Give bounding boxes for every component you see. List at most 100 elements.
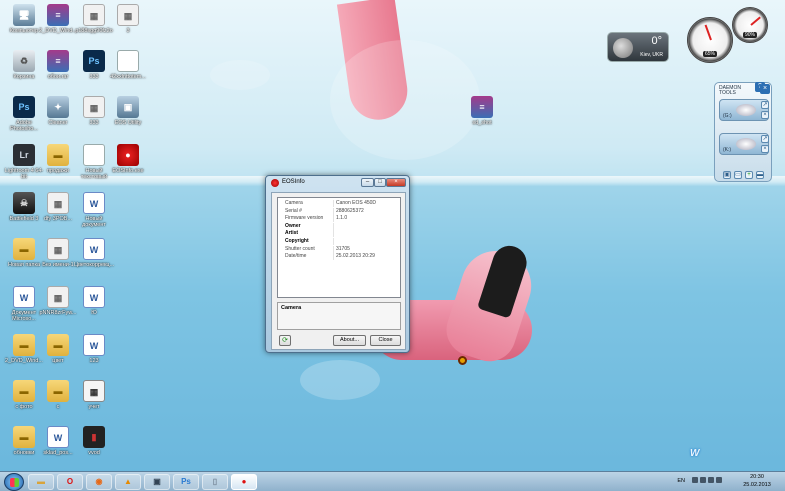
desktop-icon[interactable]: ● EOSInfo.exe xyxy=(108,144,148,174)
window-title: EOSInfo xyxy=(282,179,305,185)
desktop-icon[interactable]: ✦ Cleaner xyxy=(38,96,78,126)
about-button[interactable]: About... xyxy=(333,335,366,346)
camera-info-list[interactable]: Camera Canon EOS 450D Serial #2880625372 Fi… xyxy=(277,197,401,298)
desktop-icon[interactable]: Wsklad_pos... xyxy=(38,426,78,456)
info-row[interactable]: Date/time 25.02.2013 20:29 xyxy=(278,253,400,261)
volume-icon[interactable] xyxy=(708,477,714,483)
desktop-icon[interactable]: ▦ 3 xyxy=(108,4,148,34)
info-key: Copyright xyxy=(285,238,309,244)
info-value: 25.02.2013 20:29 xyxy=(336,253,375,260)
desktop-icon[interactable]: ▬ цвет xyxy=(38,334,78,364)
desktop-icon[interactable]: ▦ Без имени-1 xyxy=(38,238,78,268)
cleaner-icon: ✦ xyxy=(47,96,69,118)
vlc-icon[interactable]: ▲ xyxy=(115,474,141,490)
desktop-icon[interactable]: ▦ учет xyxy=(74,380,114,410)
water-splash-decoration xyxy=(330,40,480,160)
info-value: 1.1.0 xyxy=(336,215,348,222)
clock[interactable]: 20:30 25.02.2013 xyxy=(737,473,777,489)
desktop-icon-label: Корзина xyxy=(13,74,35,80)
desktop-icon[interactable]: ▣ EOS Utility xyxy=(108,96,148,126)
document-icon[interactable]: ▯ xyxy=(202,474,228,490)
window-titlebar[interactable]: EOSInfo – □ × xyxy=(266,176,409,190)
add-drive-icon[interactable]: + xyxy=(745,171,753,179)
utility-icon[interactable]: ▣ xyxy=(144,474,170,490)
desktop: 🖥 Компьютер ≡ 2_DVD_Wind... ▦ p188sgg90fz2o ▦ 3… xyxy=(0,0,785,471)
tray-icons[interactable] xyxy=(692,477,732,486)
desktop-icon[interactable]: W 123 xyxy=(74,334,114,364)
info-row[interactable]: Camera Canon EOS 450D xyxy=(278,200,400,207)
unmount-icon[interactable]: × xyxy=(761,145,769,153)
taskbar: ▬ O ◉ ▲ ▣ Ps ▯ ● EN 20:30 25.02.2013 xyxy=(0,471,785,491)
folder-icon: ▬ xyxy=(13,334,35,356)
minimize-button[interactable]: – xyxy=(361,178,374,187)
daemon-title: DAEMON TOOLS xyxy=(719,85,741,96)
desktop-icon[interactable]: ▦ pNNR8zrFyw... xyxy=(38,286,78,316)
info-row[interactable]: Shutter count 31705 xyxy=(278,245,400,253)
computer-icon: 🖥 xyxy=(13,4,35,26)
cpu-gauge[interactable]: 90% xyxy=(732,7,768,43)
psd-file-icon: Ps xyxy=(83,50,105,72)
desktop-icon[interactable]: W Новый документ xyxy=(74,192,114,228)
info-row[interactable]: Owner xyxy=(278,222,400,230)
info-row[interactable]: Copyright xyxy=(278,238,400,245)
desktop-icon-label: с xyxy=(56,404,60,410)
desktop-icon[interactable]: ▬ с xyxy=(38,380,78,410)
winrar-icon: ≡ xyxy=(471,96,493,118)
mount-icon[interactable]: ↗ xyxy=(761,101,769,109)
lock-icon[interactable]: ▣ xyxy=(723,171,731,179)
explorer-icon[interactable]: ▬ xyxy=(28,474,54,490)
close-gadget-icon[interactable]: × xyxy=(760,84,770,94)
desktop-icon[interactable]: ≡ 2_DVD_Wind... xyxy=(38,4,78,34)
desktop-icon[interactable]: ▦ dfy 3POB... xyxy=(38,192,78,222)
book-icon: ▮ xyxy=(83,426,105,448)
window-client-area: Camera Canon EOS 450D Serial #2880625372 Fi… xyxy=(271,192,406,350)
desktop-icon[interactable]: ≡ sd_shot xyxy=(462,96,502,126)
photoshop-icon[interactable]: Ps xyxy=(173,474,199,490)
firefox-icon[interactable]: ◉ xyxy=(86,474,112,490)
language-indicator[interactable]: EN xyxy=(677,478,685,484)
cpu-percent: 90% xyxy=(742,32,758,38)
maximize-button[interactable]: □ xyxy=(374,178,386,187)
close-window-button[interactable]: × xyxy=(386,178,406,187)
desktop-icon[interactable]: 42xxlnttotem... xyxy=(108,50,148,80)
remove-drive-icon[interactable]: ▬ xyxy=(756,171,764,179)
unmount-icon[interactable]: × xyxy=(761,111,769,119)
tray-arrow-icon[interactable] xyxy=(692,477,698,483)
folder-icon: ▬ xyxy=(13,426,35,448)
weather-gadget[interactable]: 0° Kiev, UKR xyxy=(607,32,669,62)
info-row[interactable]: Serial # 2880625372 xyxy=(278,207,400,215)
info-row[interactable]: Firmware version 1.1.0 xyxy=(278,215,400,223)
photoshop-icon: Ps xyxy=(13,96,35,118)
info-value: 2880625372 xyxy=(336,207,364,214)
desktop-icon[interactable]: ≡ обои.rar xyxy=(38,50,78,80)
drive-icon[interactable]: ▭ xyxy=(734,171,742,179)
desktop-icon[interactable]: ▬ продажи xyxy=(38,144,78,174)
close-button[interactable]: Close xyxy=(370,335,401,346)
desktop-icon[interactable]: WЮ xyxy=(74,286,114,316)
info-value: Canon EOS 450D xyxy=(336,200,377,206)
image-icon: ▦ xyxy=(83,96,105,118)
desktop-icon[interactable]: W Цветокоррекц... xyxy=(74,238,114,268)
column-separator xyxy=(333,238,334,245)
column-separator xyxy=(333,253,334,261)
desktop-icon[interactable]: ▮ vvod xyxy=(74,426,114,456)
refresh-button[interactable]: ⟳ xyxy=(279,335,291,346)
info-row[interactable]: Artist xyxy=(278,230,400,238)
desktop-icon-label: Ю xyxy=(91,310,97,316)
winrar-icon: ≡ xyxy=(47,4,69,26)
start-button[interactable] xyxy=(4,473,24,491)
calculator-icon: ▦ xyxy=(83,380,105,402)
desktop-icon-label: Cleaner xyxy=(48,120,68,126)
ram-gauge[interactable]: 65% xyxy=(687,17,733,63)
clock-time: 20:30 xyxy=(750,474,764,480)
power-icon[interactable] xyxy=(716,477,722,483)
folder-icon: ▬ xyxy=(13,238,35,260)
ram-percent: 65% xyxy=(702,51,718,57)
opera-icon[interactable]: O xyxy=(57,474,83,490)
network-icon[interactable] xyxy=(700,477,706,483)
desktop-icon-label: 123 xyxy=(89,358,99,364)
mount-icon[interactable]: ↗ xyxy=(761,135,769,143)
eosinfo-icon[interactable]: ● xyxy=(231,474,257,490)
word-icon: W xyxy=(47,426,69,448)
game-icon: ☠ xyxy=(13,192,35,214)
